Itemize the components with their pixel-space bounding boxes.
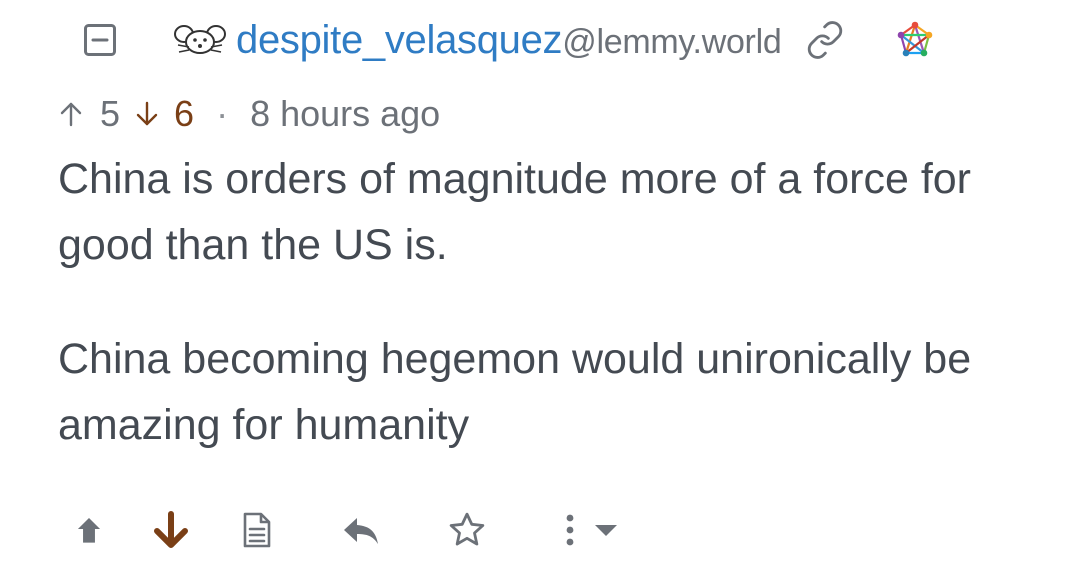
caret-down-icon: [595, 525, 617, 536]
author-link[interactable]: despite_velasquez @lemmy.world: [236, 17, 782, 63]
downvote-count-icon: [134, 99, 160, 129]
comment-paragraph: China becoming hegemon would unironicall…: [58, 335, 972, 449]
permalink-button[interactable]: [803, 18, 847, 62]
fediverse-icon: [898, 21, 933, 57]
more-vertical-icon: [566, 514, 574, 546]
reply-button[interactable]: [338, 504, 384, 556]
link-icon: [808, 21, 843, 59]
comment-meta: 5 6 · 8 hours ago: [58, 90, 440, 138]
save-button[interactable]: [444, 504, 490, 556]
avatar[interactable]: [172, 22, 228, 58]
author-username: despite_velasquez: [236, 17, 563, 62]
view-source-button[interactable]: [234, 504, 280, 556]
meta-separator: ·: [216, 93, 229, 134]
comment-header: despite_velasquez @lemmy.world: [82, 14, 937, 66]
collapse-button[interactable]: [82, 22, 118, 58]
comment-body: China is orders of magnitude more of a f…: [58, 146, 1058, 506]
arrow-down-icon: [154, 511, 188, 548]
document-icon: [243, 512, 271, 548]
upvote-count: 5: [100, 93, 121, 134]
comment-actions: [66, 504, 626, 556]
downvote-button[interactable]: [148, 504, 194, 556]
comment: despite_velasquez @lemmy.world 5 6 · 8 h…: [0, 0, 1080, 580]
arrow-up-icon: [77, 517, 101, 543]
reply-icon: [344, 518, 378, 544]
mouse-avatar-icon: [174, 25, 226, 54]
fediverse-link-button[interactable]: [893, 18, 937, 62]
arrow-down-icon: [136, 101, 158, 126]
comment-timestamp[interactable]: 8 hours ago: [250, 93, 440, 135]
upvote-button[interactable]: [66, 504, 112, 556]
downvote-count: 6: [174, 93, 195, 134]
author-instance: @lemmy.world: [562, 22, 782, 61]
comment-paragraph: China is orders of magnitude more of a f…: [58, 155, 971, 269]
more-actions-button[interactable]: [556, 504, 626, 556]
upvote-count-icon: [58, 99, 84, 129]
arrow-up-icon: [60, 102, 82, 127]
collapse-minus-icon: [84, 24, 116, 56]
star-icon: [449, 512, 485, 546]
